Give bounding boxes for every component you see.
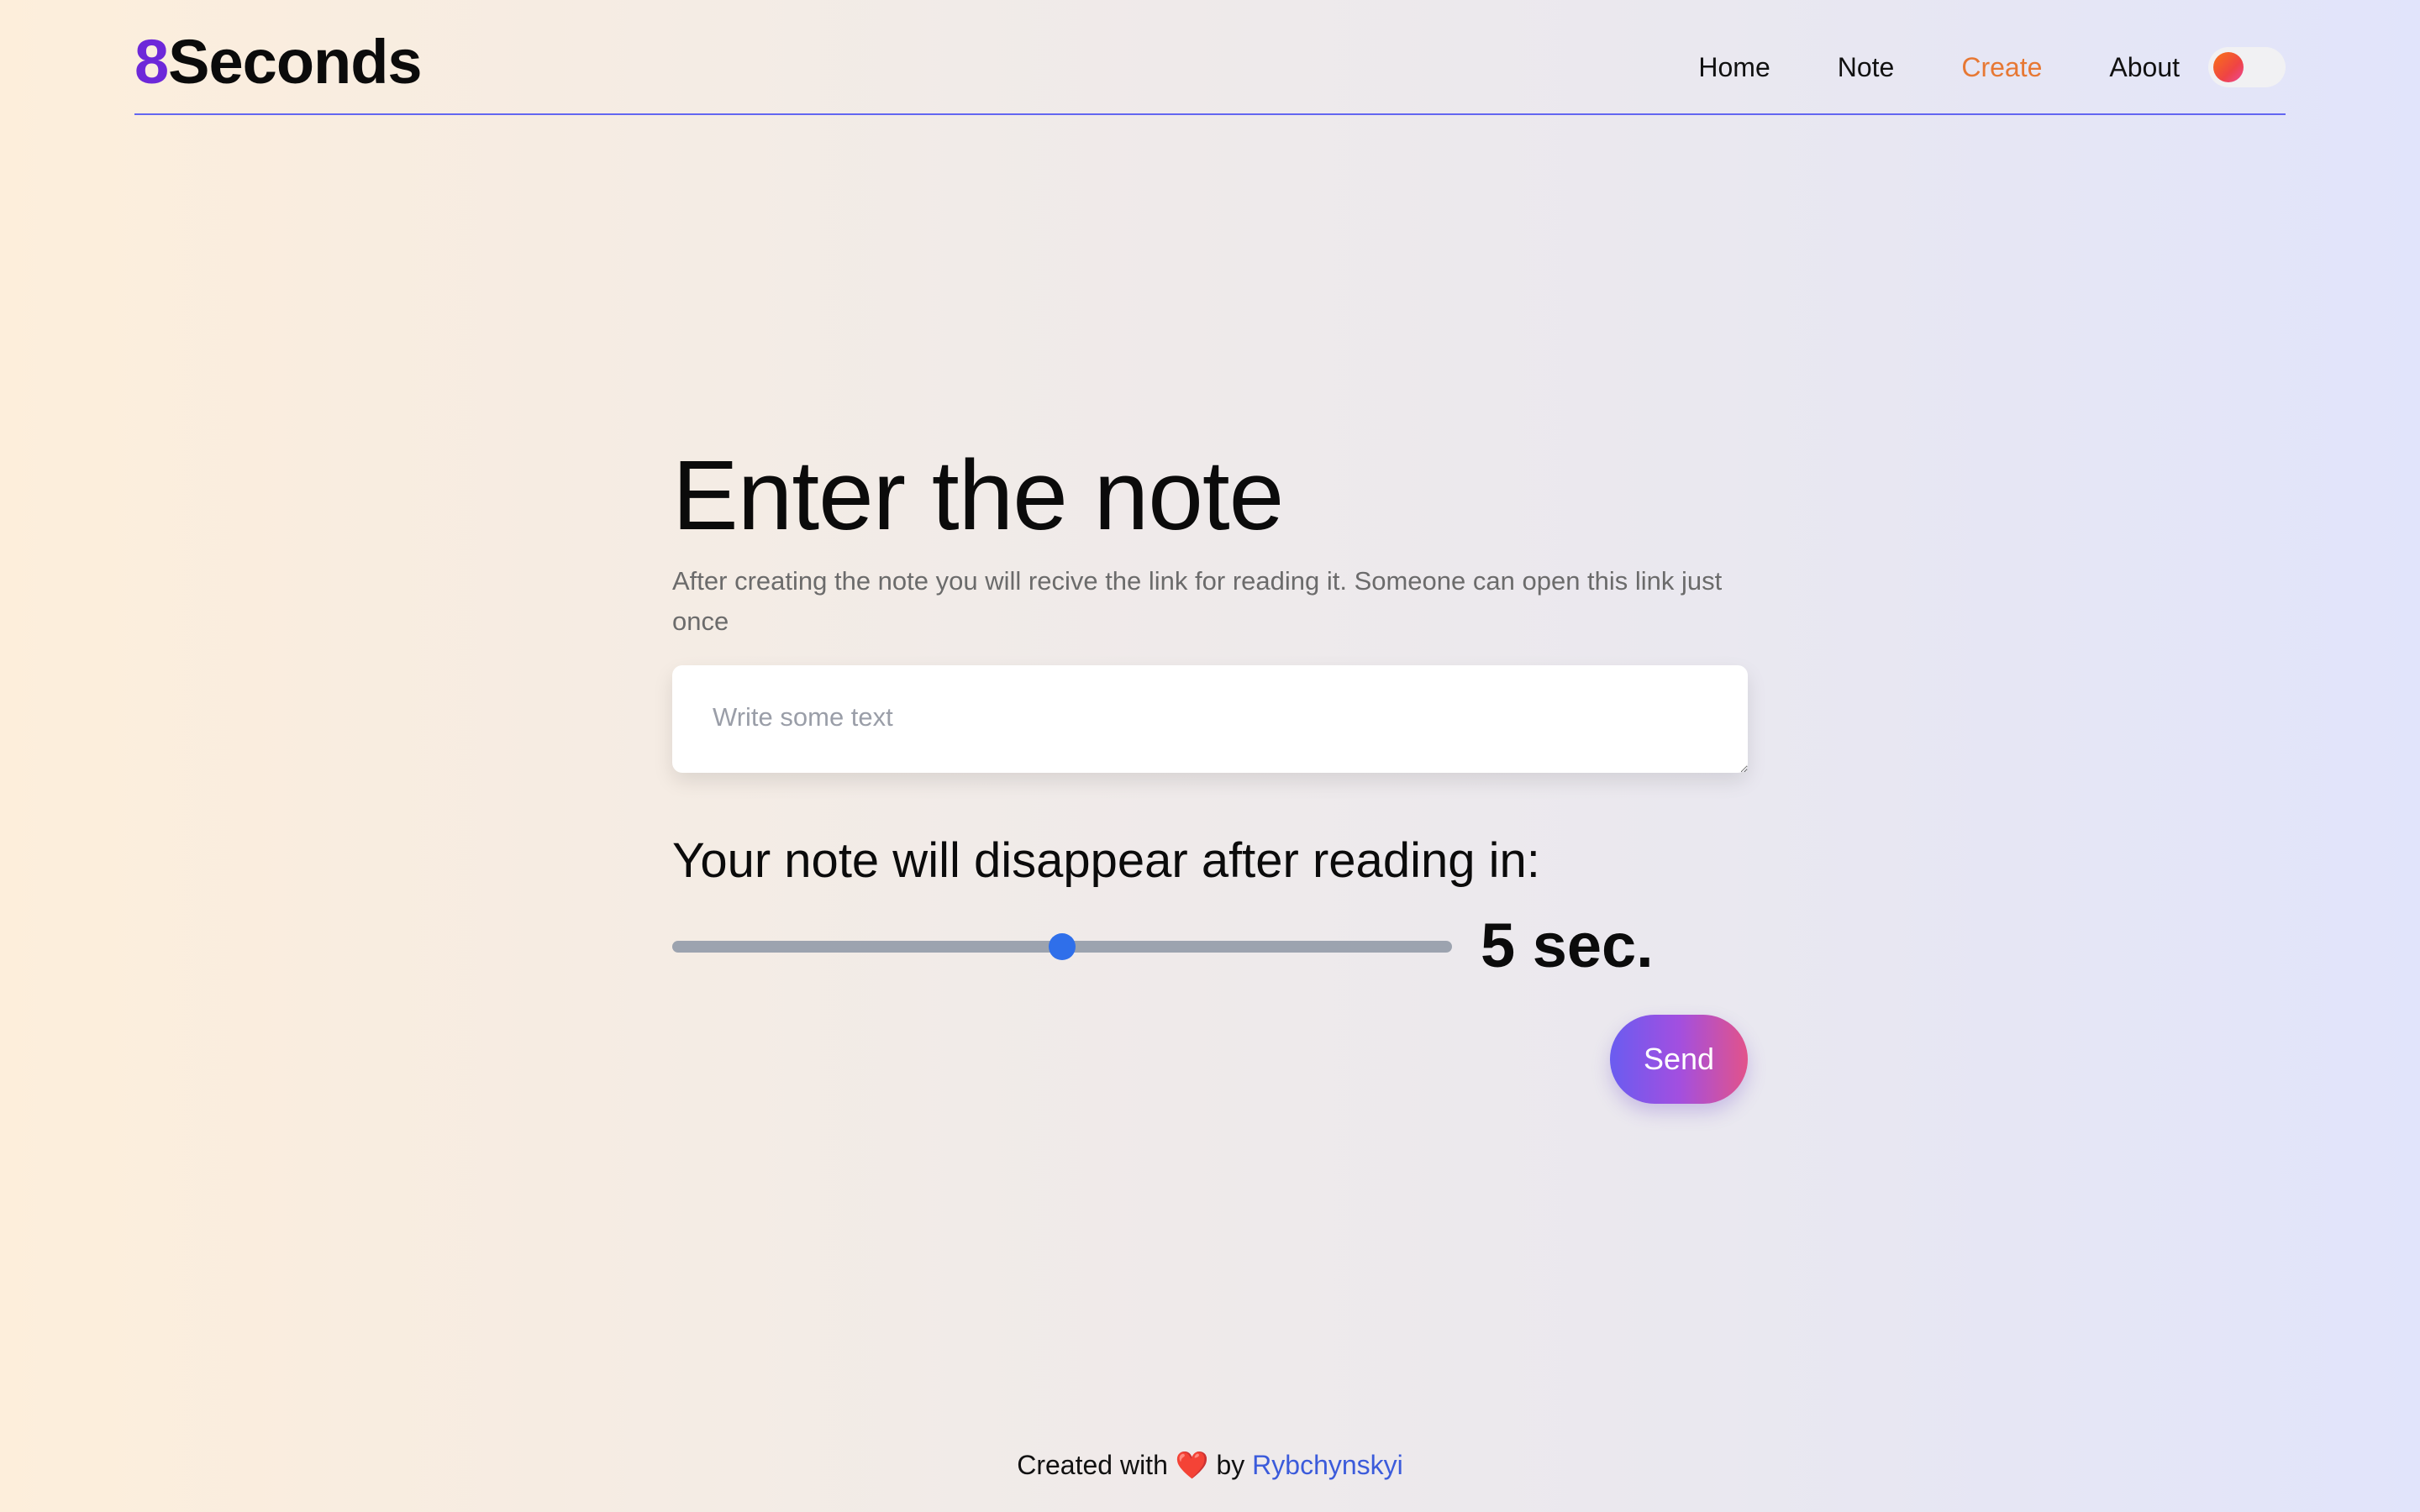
duration-slider-thumb[interactable] (1049, 933, 1076, 960)
site-header: 8Seconds Home Note Create About (134, 0, 2286, 115)
page-title: Enter the note (672, 440, 1284, 551)
duration-slider-row: 5 sec. (672, 912, 1748, 979)
site-footer: Created with ❤️ by Rybchynskyi (0, 1446, 2420, 1483)
site-logo[interactable]: 8Seconds (134, 25, 423, 99)
nav-item-create[interactable]: Create (1961, 44, 2042, 91)
send-button[interactable]: Send (1610, 1015, 1748, 1104)
main-nav: Home Note Create About (1698, 44, 2286, 91)
create-note-section: Enter the note After creating the note y… (672, 437, 1748, 1104)
heart-icon: ❤️ (1175, 1450, 1209, 1480)
note-textarea[interactable] (672, 665, 1748, 773)
logo-text: Seconds (168, 27, 422, 97)
duration-slider[interactable] (672, 933, 1452, 960)
theme-toggle[interactable] (2208, 47, 2286, 87)
theme-toggle-knob (2213, 52, 2244, 82)
author-link[interactable]: Rybchynskyi (1252, 1450, 1403, 1480)
nav-item-home[interactable]: Home (1698, 44, 1770, 91)
disappear-label: Your note will disappear after reading i… (672, 833, 1540, 888)
footer-by: by (1216, 1450, 1245, 1480)
page-subtitle: After creating the note you will recive … (672, 566, 1723, 636)
duration-value: 5 sec. (1481, 911, 1654, 980)
nav-item-note[interactable]: Note (1838, 44, 1895, 91)
logo-digit: 8 (134, 27, 169, 97)
nav-item-about[interactable]: About (2109, 44, 2180, 91)
footer-created-with: Created with (1017, 1450, 1168, 1480)
